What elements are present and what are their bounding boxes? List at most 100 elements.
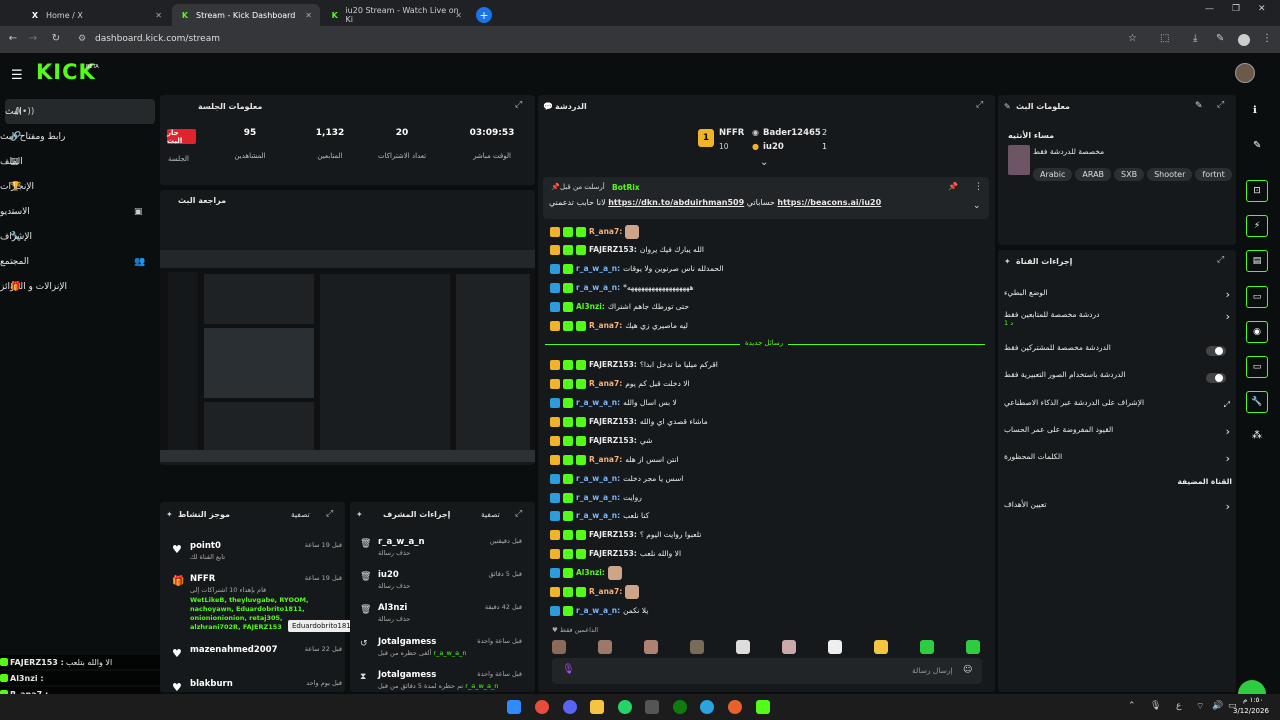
pinned-link[interactable]: https://beacons.ai/iu20	[777, 198, 881, 207]
profile-icon[interactable]	[1238, 34, 1250, 46]
chat-username[interactable]: r_a_w_a_n:	[576, 398, 620, 407]
tag[interactable]: SXB	[1114, 168, 1145, 181]
menu-dots-icon[interactable]: ⋮	[1262, 33, 1272, 44]
users-icon[interactable]: ⁂	[1252, 430, 1262, 441]
sidebar-item-drops[interactable]: 🎁 الإنزالات و الجوائز	[0, 274, 160, 299]
emote-button[interactable]	[874, 640, 888, 654]
emote-button[interactable]	[552, 640, 566, 654]
pin-icon[interactable]: ✦	[356, 510, 363, 519]
tag[interactable]: Arabic	[1033, 168, 1073, 181]
chat-username[interactable]: R_ana7:	[589, 321, 622, 330]
download-icon[interactable]: ⤓	[1193, 33, 1197, 44]
mic-icon[interactable]: 🎙	[1150, 701, 1161, 711]
clock-date[interactable]: 3/12/2026	[1233, 707, 1269, 715]
hamburger-icon[interactable]: ☰	[11, 68, 23, 83]
forward-icon[interactable]: →	[22, 33, 44, 44]
chat-username[interactable]: FAJERZ153:	[589, 436, 637, 445]
sidebar-item-stream[interactable]: ((•)) البث	[5, 99, 155, 124]
sidebar-item-profile[interactable]: ▥ الملف	[0, 149, 160, 174]
close-icon[interactable]: ✕	[305, 11, 312, 20]
expand-icon[interactable]: ⤢	[976, 100, 983, 110]
chevron-down-icon[interactable]: ⌄	[760, 157, 768, 168]
restore-icon[interactable]: ❐	[1232, 4, 1240, 14]
chat-username[interactable]: Al3nzi:	[576, 568, 605, 577]
unpin-icon[interactable]: 📌	[948, 182, 958, 191]
url-field[interactable]: dashboard.kick.com/stream	[95, 34, 220, 44]
expand-icon[interactable]: ⤢	[1217, 100, 1224, 110]
chat-username[interactable]: R_ana7:	[589, 587, 622, 596]
whatsapp-fab[interactable]	[1238, 680, 1266, 694]
chat-message[interactable]: FAJERZ153: اقركم ميليا ما تدخل ابدا؟	[550, 357, 990, 372]
chrome-icon[interactable]	[535, 700, 549, 714]
browser-tab-x[interactable]: X Home / X ✕	[22, 4, 170, 26]
chevron-up-icon[interactable]: ⌃	[1128, 701, 1136, 711]
chat-message[interactable]: R_ana7: ليه ماصيري زي هيك	[550, 318, 990, 333]
chat-message[interactable]: r_a_w_a_n: الحمدلله ناس صرنوين ولا يوقات	[550, 261, 990, 276]
telegram-icon[interactable]	[700, 700, 714, 714]
close-icon[interactable]: ✕	[455, 11, 462, 20]
close-icon[interactable]: ✕	[155, 11, 162, 20]
expand-icon[interactable]: ⤢	[515, 509, 522, 519]
back-icon[interactable]: ←	[2, 33, 24, 44]
site-info-icon[interactable]: ⚙	[78, 34, 86, 44]
crop-icon[interactable]: ⊡	[1246, 180, 1268, 202]
lightning-icon[interactable]: ⚡	[1246, 215, 1268, 237]
avatar[interactable]	[1235, 63, 1255, 83]
tag[interactable]: Shooter	[1147, 168, 1193, 181]
chat-message[interactable]: R_ana7: الا دخلت قبل كم يوم	[550, 376, 990, 391]
chevron-down-icon[interactable]: ⌄	[973, 201, 981, 211]
screenshot-icon[interactable]: ✎	[1216, 33, 1224, 44]
pin-icon[interactable]: ✦	[166, 510, 173, 519]
setting-banned-words[interactable]: الكلمات المحظورة ›	[1004, 452, 1232, 472]
sidebar-item-community[interactable]: ⌄ 👥 المجتمع	[0, 249, 160, 274]
discord-icon[interactable]	[563, 700, 577, 714]
chat-username[interactable]: r_a_w_a_n:	[576, 283, 620, 292]
chat-message[interactable]: r_a_w_a_n: لا بس اسال والله	[550, 395, 990, 410]
sidebar-item-moderation[interactable]: 🔧 الإشراف	[0, 224, 160, 249]
chat-username[interactable]: FAJERZ153:	[589, 417, 637, 426]
setting-emote-only[interactable]: الدردشة باستخدام الصور التعبيرية فقط	[1004, 370, 1232, 390]
chat-message[interactable]: FAJERZ153: الله يبارك فيك يروان	[550, 242, 990, 257]
emote-button[interactable]	[920, 640, 934, 654]
pencil-icon[interactable]: ✎	[1253, 140, 1261, 151]
kick-icon[interactable]	[756, 700, 770, 714]
minimize-icon[interactable]: —	[1205, 4, 1214, 14]
setting-slow-mode[interactable]: الوضع البطيء ›	[1004, 288, 1232, 308]
folder-icon[interactable]	[590, 700, 604, 714]
clock-time[interactable]: ١:٥٠ م	[1243, 696, 1263, 704]
chat-message[interactable]: r_a_w_a_n: كنا نلعب	[550, 508, 990, 523]
sidebar-item-achievements[interactable]: 🏆 الإنجازات	[0, 174, 160, 199]
chat-message[interactable]: r_a_w_a_n: *ههههههههههههههههههه	[550, 280, 990, 295]
expand-icon[interactable]: ⤢	[326, 509, 333, 519]
chat-username[interactable]: FAJERZ153:	[589, 360, 637, 369]
chat-message[interactable]: FAJERZ153: تلعبوا روايت اليوم ؟	[550, 527, 990, 542]
browser-tab-stream[interactable]: K iu20 Stream - Watch Live on Ki ✕	[322, 4, 470, 26]
chat-username[interactable]: FAJERZ153:	[589, 245, 637, 254]
close-window-icon[interactable]: ✕	[1258, 4, 1266, 14]
emote-button[interactable]	[644, 640, 658, 654]
chat-username[interactable]: FAJERZ153:	[589, 549, 637, 558]
chat-message[interactable]: r_a_w_a_n: روايت	[550, 490, 990, 505]
chat-icon[interactable]: ▭	[1246, 286, 1268, 308]
brave-icon[interactable]	[728, 700, 742, 714]
wifi-icon[interactable]: ⌔	[1196, 701, 1204, 712]
filter-button[interactable]: تصفية	[291, 510, 310, 519]
edit-icon[interactable]: ✎	[1195, 101, 1203, 111]
volume-icon[interactable]: 🔊	[1212, 701, 1223, 711]
sidebar-item-stream-key[interactable]: 🔗 رابط ومفتاح البث	[0, 124, 160, 149]
chat-username[interactable]: r_a_w_a_n:	[576, 511, 620, 520]
chat-message[interactable]: Al3nzi: حتى تورطك جاهم اشتراك	[550, 299, 990, 314]
filter-button[interactable]: تصفية	[481, 510, 500, 519]
setting-followers-only[interactable]: دردشة مخصصة للمتابعين فقط 1 د ›	[1004, 310, 1232, 330]
setting-ai-moderation[interactable]: الإشراف على الدردشة عبر الذكاء الاصطناعي…	[1004, 398, 1232, 418]
language-indicator[interactable]: ع	[1176, 701, 1181, 711]
whatsapp-icon[interactable]	[618, 700, 632, 714]
chat-message[interactable]: R_ana7:	[550, 224, 990, 239]
emote-button[interactable]	[598, 640, 612, 654]
chat-message[interactable]: R_ana7: انتن اسس از هله	[550, 452, 990, 467]
chat-username[interactable]: r_a_w_a_n:	[576, 264, 620, 273]
tv-icon[interactable]: ▭	[1246, 356, 1268, 378]
expand-icon[interactable]: ⤢	[515, 100, 522, 110]
tag[interactable]: fortnt	[1195, 168, 1232, 181]
emoji-icon[interactable]: ☺	[963, 665, 972, 675]
